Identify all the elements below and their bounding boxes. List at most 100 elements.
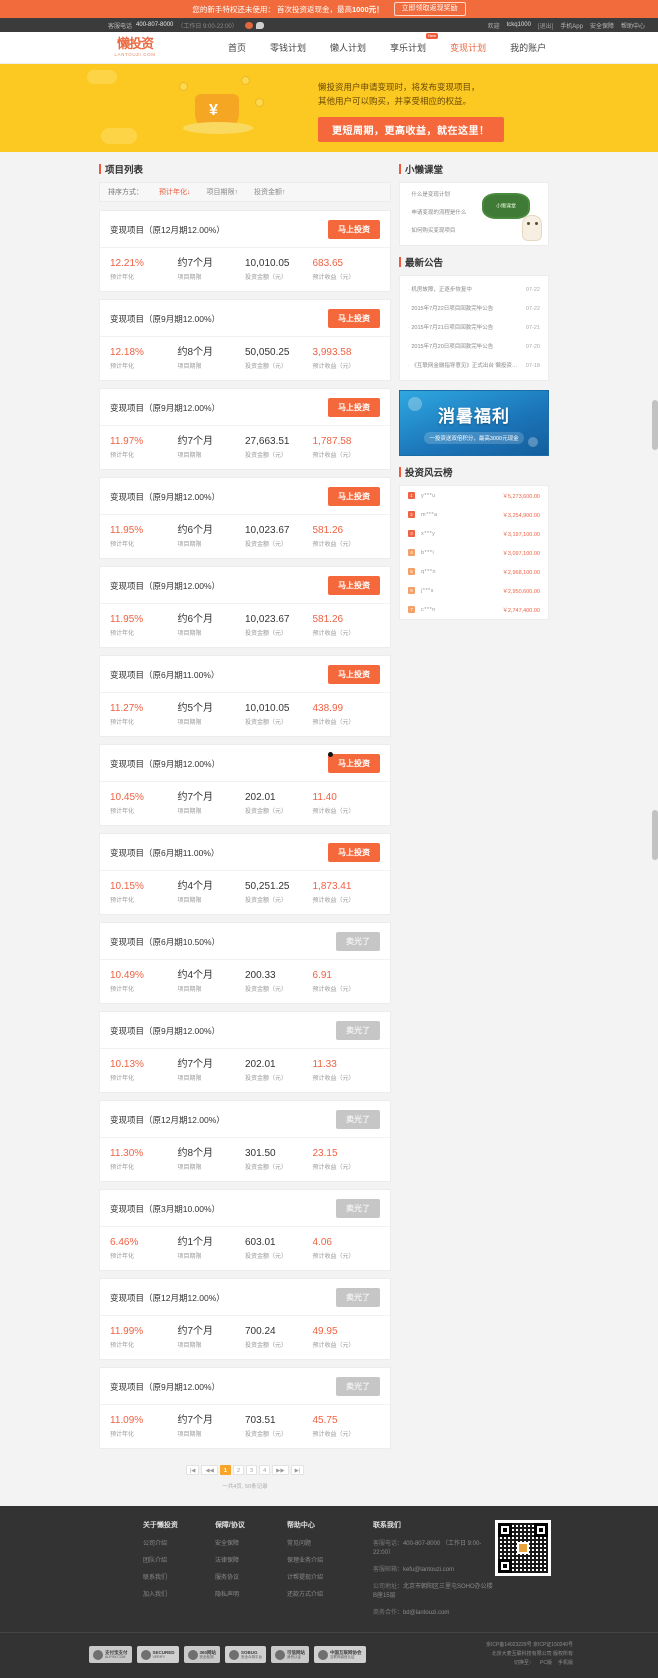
pagination-page-3[interactable]: 3 (246, 1465, 257, 1475)
scrollbar-thumb[interactable] (652, 400, 658, 450)
invest-now-button[interactable]: 马上投资 (328, 487, 380, 506)
project-card-body: 10.15%预计年化约4个月项目期限50,251.25投资金额（元）1,873.… (100, 871, 390, 914)
notice-item[interactable]: 2015年7月22日项目回款完毕公告 07-22 (408, 300, 540, 319)
project-title: 变现项目（原9月期12.00%） (110, 491, 220, 503)
invest-now-button[interactable]: 马上投资 (328, 665, 380, 684)
project-card: 变现项目（原3月期10.00%）卖光了6.46%预计年化约1个月项目期限603.… (99, 1189, 391, 1271)
nav-item-1[interactable]: 首页 (228, 41, 246, 54)
footer-link[interactable]: 服务协议 (215, 1572, 287, 1581)
nav-item-5[interactable]: 变现计划 (450, 41, 486, 54)
pagination-page-4[interactable]: 4 (259, 1465, 270, 1475)
project-amount-label: 投资金额（元） (245, 1162, 313, 1171)
project-rate-label: 预计年化 (110, 361, 178, 370)
notice-item[interactable]: 2015年7月20日项目回款完毕公告07-20 (408, 338, 540, 357)
footer-link[interactable]: 保理业务介绍 (287, 1555, 359, 1564)
logout-link[interactable]: [退出] (538, 21, 553, 30)
notice-text: 机房故障，正逐步恢复中 (408, 286, 472, 295)
certification-badge-6[interactable]: 中国互联网协会互联网诚信认证 (314, 1646, 366, 1663)
notice-item[interactable]: 2015年7月21日项目回款完毕公告07-21 (408, 319, 540, 338)
invest-now-button[interactable]: 马上投资 (328, 309, 380, 328)
notice-item[interactable]: 《互联网金融指导意见》正式出台 懒投资将...07-18 (408, 357, 540, 376)
pagination-next[interactable]: ▶▶ (272, 1465, 288, 1475)
security-link[interactable]: 安全保障 (590, 21, 614, 30)
contact-value: bd@lantouzi.com (403, 1610, 449, 1616)
footer-link[interactable]: 计帮提现介绍 (287, 1572, 359, 1581)
project-term-value: 约1个月 (178, 1236, 246, 1249)
pagination-first[interactable]: |◀ (186, 1465, 200, 1475)
project-title: 变现项目（原6月期10.50%） (110, 936, 220, 948)
project-card-header: 变现项目（原12月期12.00%）卖光了 (100, 1279, 390, 1316)
project-profit-value: 23.15 (313, 1147, 381, 1160)
class-link-3[interactable]: 如何购买变现项目 (408, 227, 486, 236)
project-rate-value: 11.95% (110, 613, 178, 626)
project-rate-cell: 11.95%预计年化 (110, 524, 178, 548)
certification-badge-2[interactable]: SECUREDVERIFY (137, 1646, 179, 1663)
pagination-page-2[interactable]: 2 (233, 1465, 244, 1475)
notice-date: 07-22 (526, 305, 540, 314)
help-center-link[interactable]: 帮助中心 (621, 21, 645, 30)
certification-badge-3[interactable]: 360网站安全检测 (184, 1646, 221, 1663)
project-profit-value: 45.75 (313, 1414, 381, 1427)
footer-link[interactable]: 公司介绍 (143, 1538, 215, 1547)
nav-item-4[interactable]: 享乐计划New (390, 41, 426, 54)
wechat-icon[interactable] (256, 22, 264, 29)
footer-link[interactable]: 加入我们 (143, 1589, 215, 1598)
claim-cashback-button[interactable]: 立即领取返现奖励 (394, 2, 466, 16)
invest-now-button[interactable]: 马上投资 (328, 576, 380, 595)
site-logo[interactable]: 懒投资 LANTOUZI.COM (100, 38, 170, 57)
class-link-2[interactable]: 申请变现的流程是什么 (408, 209, 486, 218)
pagination-prev[interactable]: ◀◀ (201, 1465, 217, 1475)
rank-box: 1y***u￥5,273,600.002m***a￥3,254,900.003x… (399, 485, 549, 620)
project-term-cell: 约4个月项目期限 (178, 969, 246, 993)
sort-option-2[interactable]: 项目期限↑ (207, 187, 239, 197)
footer-link[interactable]: 安全保障 (215, 1538, 287, 1547)
footer-link[interactable]: 联系我们 (143, 1572, 215, 1581)
class-link-1[interactable]: 什么是变现计划 (408, 191, 486, 200)
footer-link[interactable]: 常见问题 (287, 1538, 359, 1547)
certification-badge-5[interactable]: 可信网站身份认证 (271, 1646, 309, 1663)
mobile-app-link[interactable]: 手机App (560, 21, 583, 30)
certification-badge-1[interactable]: 支付宝支付ALIPAY.COM (89, 1646, 132, 1663)
nav-item-3[interactable]: 懒人计划 (330, 41, 366, 54)
sort-option-1[interactable]: 预计年化↓ (159, 187, 191, 197)
pagination-last[interactable]: ▶| (291, 1465, 305, 1475)
project-rate-label: 预计年化 (110, 1251, 178, 1260)
pagination-page-1[interactable]: 1 (220, 1465, 231, 1475)
sort-option-3[interactable]: 投资金额↑ (254, 187, 286, 197)
invest-now-button[interactable]: 马上投资 (328, 398, 380, 417)
notice-date: 07-20 (526, 343, 540, 352)
contact-row: 商务合作：bd@lantouzi.com (373, 1607, 495, 1616)
notice-date: 07-22 (526, 286, 540, 295)
invest-now-button[interactable]: 马上投资 (328, 843, 380, 862)
social-icons (245, 22, 264, 29)
version-link-1[interactable]: PC版 (540, 1660, 552, 1666)
footer-link[interactable]: 法律保障 (215, 1555, 287, 1564)
notice-text: 2015年7月22日项目回款完毕公告 (408, 305, 493, 314)
weibo-icon[interactable] (245, 22, 253, 29)
rank-number: 5 (408, 568, 415, 575)
invest-now-button[interactable]: 马上投资 (328, 754, 380, 773)
promo-text: 您的新手特权还未使用： 首次投资返现金，最高1000元！ (192, 4, 383, 15)
footer-link[interactable]: 团队介绍 (143, 1555, 215, 1564)
hero-cta-button[interactable]: 更短周期，更高收益，就在这里！ (318, 117, 504, 142)
promo-ad-banner[interactable]: 消暑福利 一投资送双倍积分，最高3000元现金 (399, 390, 549, 456)
scrollbar-thumb[interactable] (652, 810, 658, 860)
notice-item[interactable]: 机房故障，正逐步恢复中 07-22 (408, 281, 540, 300)
project-amount-label: 投资金额（元） (245, 628, 313, 637)
footer-column-3: 帮助中心常见问题保理业务介绍计帮提现介绍还款方式介绍 (287, 1520, 359, 1624)
rank-number: 1 (408, 492, 415, 499)
footer-link[interactable]: 隐私声明 (215, 1589, 287, 1598)
nav-item-6[interactable]: 我的账户 (510, 41, 546, 54)
scrollbar[interactable] (652, 0, 658, 1526)
footer-link[interactable]: 还款方式介绍 (287, 1589, 359, 1598)
project-card-header: 变现项目（原12月期12.00%）卖光了 (100, 1101, 390, 1138)
project-term-cell: 约5个月项目期限 (178, 702, 246, 726)
project-rate-label: 预计年化 (110, 1340, 178, 1349)
project-profit-label: 预计收益（元） (313, 361, 381, 370)
version-link-2[interactable]: 手机版 (558, 1660, 573, 1666)
invest-now-button[interactable]: 马上投资 (328, 220, 380, 239)
project-card-body: 10.49%预计年化约4个月项目期限200.33投资金额（元）6.91预计收益（… (100, 960, 390, 1003)
nav-item-2[interactable]: 零钱计划 (270, 41, 306, 54)
certification-badge-4[interactable]: SOBUG安全众测平台 (225, 1646, 266, 1663)
username-label[interactable]: tckq1000 (507, 22, 531, 28)
